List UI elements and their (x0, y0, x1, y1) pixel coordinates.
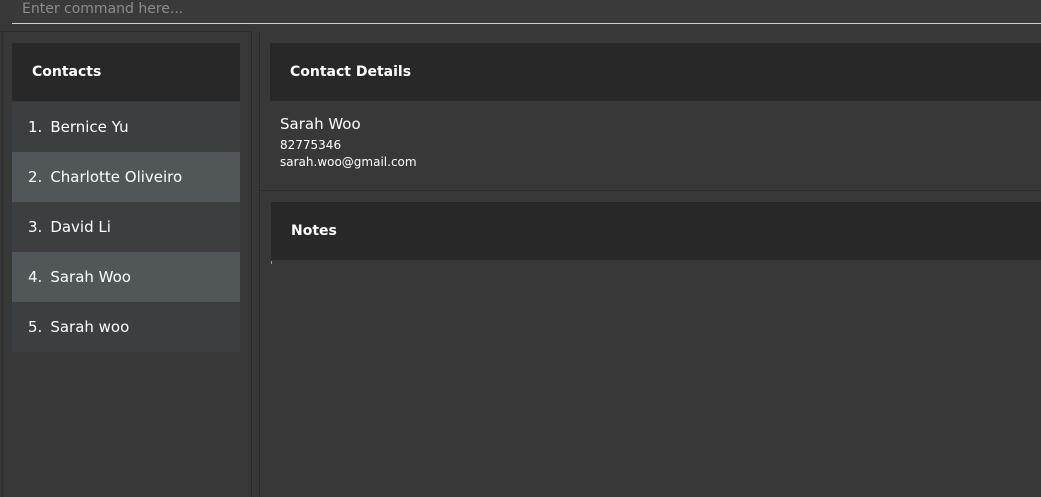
contact-name: Sarah Woo (50, 268, 131, 286)
notes-caret (271, 261, 272, 264)
detail-phone: 82775346 (280, 138, 342, 152)
contact-index: 1. (28, 118, 43, 136)
command-input[interactable] (12, 0, 1041, 24)
contact-name: Sarah woo (50, 318, 130, 336)
contact-list-item[interactable]: 3. David Li (12, 202, 240, 252)
contact-name: David Li (50, 218, 111, 236)
detail-email: sarah.woo@gmail.com (280, 155, 417, 169)
contact-details-header: Contact Details (270, 43, 1041, 101)
contact-index: 4. (28, 268, 43, 286)
contact-index: 3. (28, 218, 43, 236)
contact-list: 1. Bernice Yu 2. Charlotte Oliveiro 3. D… (12, 102, 240, 352)
contacts-header: Contacts (12, 43, 240, 101)
notes-area[interactable] (260, 261, 1041, 497)
notes-header: Notes (271, 202, 1041, 260)
contact-name: Charlotte Oliveiro (50, 168, 183, 186)
contact-details-title: Contact Details (290, 64, 412, 80)
pane-divider[interactable] (252, 31, 260, 497)
contact-index: 2. (28, 168, 43, 186)
contact-list-item[interactable]: 4. Sarah Woo (12, 252, 240, 302)
notes-title: Notes (291, 223, 337, 239)
contact-list-item[interactable]: 2. Charlotte Oliveiro (12, 152, 240, 202)
contact-index: 5. (28, 318, 43, 336)
detail-name: Sarah Woo (280, 115, 361, 133)
contact-list-item[interactable]: 5. Sarah woo (12, 302, 240, 352)
contact-details-body: Sarah Woo 82775346 sarah.woo@gmail.com (260, 102, 1041, 191)
contact-name: Bernice Yu (50, 118, 129, 136)
contact-list-item[interactable]: 1. Bernice Yu (12, 102, 240, 152)
contacts-title: Contacts (32, 64, 102, 80)
command-bar (0, 0, 1041, 30)
